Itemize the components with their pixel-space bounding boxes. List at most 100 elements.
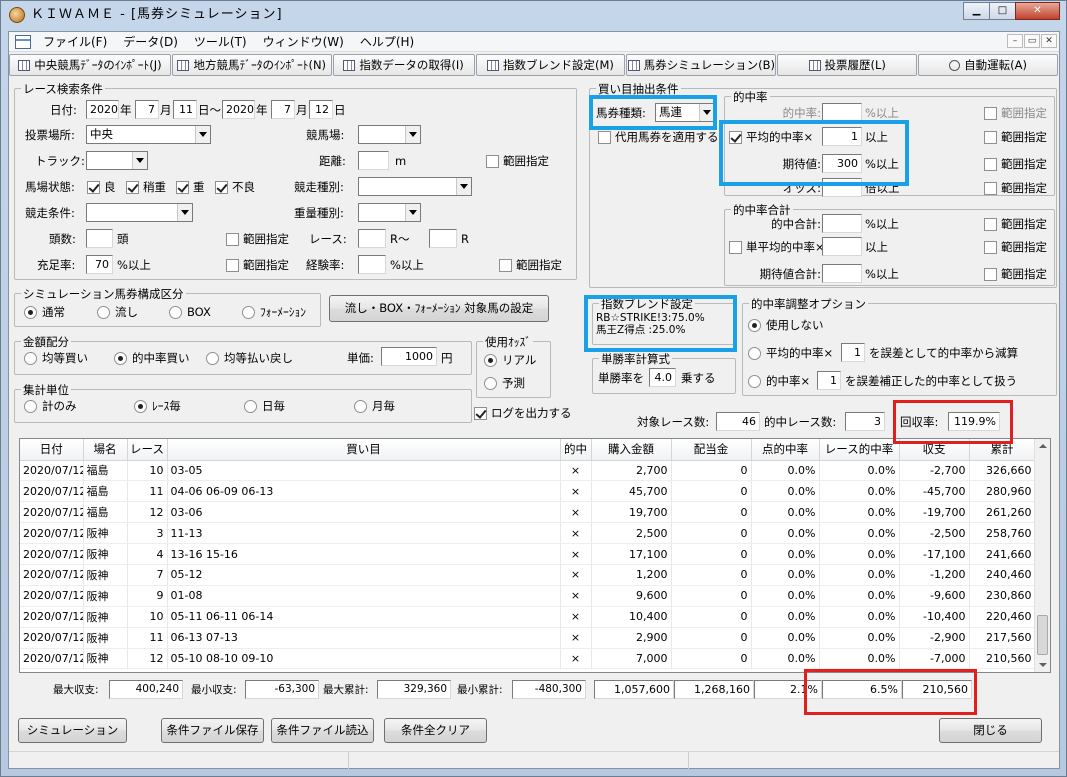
start-day-input[interactable]: 11 xyxy=(173,100,197,119)
agg-day-radio[interactable]: 日毎 xyxy=(244,398,285,414)
load-conditions-button[interactable]: 条件ファイル読込 xyxy=(271,718,374,743)
single-avg-range-checkbox[interactable]: 範囲指定 xyxy=(984,239,1047,255)
auto-run-button[interactable]: 自動運転(A) xyxy=(918,54,1058,76)
proxy-ticket-checkbox[interactable]: 代用馬券を適用する xyxy=(598,129,719,145)
money-hitrate-radio[interactable]: 的中率買い xyxy=(114,350,190,366)
column-header[interactable]: 場名 xyxy=(83,439,128,461)
agg-total-radio[interactable]: 計のみ xyxy=(24,398,77,414)
race-type-select[interactable] xyxy=(358,177,472,196)
column-header[interactable]: 的中 xyxy=(560,439,592,461)
table-row[interactable]: 2020/07/12 阪神 11 06-13 07-13 × 2,900 0 0.0% 0.0%… xyxy=(20,627,1036,649)
save-conditions-button[interactable]: 条件ファイル保存 xyxy=(161,718,264,743)
clear-conditions-button[interactable]: 条件全クリア xyxy=(384,718,487,743)
distance-input[interactable] xyxy=(358,151,389,170)
menu-tools[interactable]: ツール(T) xyxy=(186,33,255,50)
column-header[interactable]: 点的中率 xyxy=(751,439,820,461)
table-row[interactable]: 2020/07/12 阪神 10 05-11 06-11 06-14 × 10,400 0 0… xyxy=(20,606,1036,628)
table-row[interactable]: 2020/07/12 阪神 9 01-08 × 9,600 0 0.0% 0.0% -9,600 2… xyxy=(20,585,1036,607)
end-year-input[interactable]: 2020 xyxy=(222,100,255,119)
adjust-none-radio[interactable]: 使用しない xyxy=(748,317,824,333)
column-header[interactable]: 買い目 xyxy=(167,439,561,461)
avg-range-checkbox[interactable]: 範囲指定 xyxy=(984,129,1047,145)
end-day-input[interactable]: 12 xyxy=(309,100,333,119)
sim-normal-radio[interactable]: 通常 xyxy=(24,304,65,320)
sim-box-radio[interactable]: BOX xyxy=(169,304,211,320)
cond-slight-checkbox[interactable]: 稍重 xyxy=(126,179,166,195)
table-row[interactable]: 2020/07/12 阪神 3 11-13 × 2,500 0 0.0% 0.0% -2,500 2… xyxy=(20,522,1036,545)
scroll-down-icon[interactable] xyxy=(1039,663,1047,667)
race-to-input[interactable] xyxy=(429,229,457,248)
cond-heavy-checkbox[interactable]: 重 xyxy=(176,179,205,195)
expect-range-checkbox[interactable]: 範囲指定 xyxy=(984,156,1047,172)
sim-formation-radio[interactable]: ﾌｫｰﾒｰｼｮﾝ xyxy=(242,304,306,320)
mdi-restore-icon[interactable]: ▭ xyxy=(1024,34,1040,48)
adjust-correct-radio[interactable]: 的中率× xyxy=(748,373,810,389)
output-log-checkbox[interactable]: ログを出力する xyxy=(474,405,572,421)
race-cond-select[interactable] xyxy=(86,203,193,222)
heads-range-checkbox[interactable]: 範囲指定 xyxy=(226,231,289,247)
track-select[interactable] xyxy=(86,151,148,170)
mdi-close-icon[interactable]: ✕ xyxy=(1041,34,1057,48)
odds-range-checkbox[interactable]: 範囲指定 xyxy=(984,180,1047,196)
weight-select[interactable] xyxy=(358,203,421,222)
minimize-icon[interactable]: ▁ xyxy=(963,2,990,20)
fill-range-checkbox[interactable]: 範囲指定 xyxy=(226,257,289,273)
scroll-up-icon[interactable] xyxy=(1039,444,1047,448)
hit-range-checkbox[interactable]: 範囲指定 xyxy=(984,105,1047,121)
adjust-subtract-input[interactable]: 1 xyxy=(841,343,865,362)
column-header[interactable]: 購入金額 xyxy=(591,439,672,461)
sim-nagashi-radio[interactable]: 流し xyxy=(97,304,138,320)
win-calc-input[interactable]: 4.0 xyxy=(649,368,676,387)
table-row[interactable]: 2020/07/12 阪神 12 05-10 08-10 09-10 × 7,000 0 0.… xyxy=(20,648,1036,670)
heads-input[interactable] xyxy=(86,229,113,248)
start-month-input[interactable]: 7 xyxy=(135,100,159,119)
table-row[interactable]: 2020/07/12 福島 11 04-06 06-09 06-13 × 45,700 0 0… xyxy=(20,480,1036,503)
table-row[interactable]: 2020/07/12 福島 12 03-06 × 19,700 0 0.0% 0.0% -19,7… xyxy=(20,501,1036,524)
adjust-correct-input[interactable]: 1 xyxy=(817,371,841,390)
agg-month-radio[interactable]: 月毎 xyxy=(354,398,395,414)
column-header[interactable]: 日付 xyxy=(20,439,84,461)
odds-forecast-radio[interactable]: 予測 xyxy=(484,375,525,391)
results-table[interactable]: 日付 場名 レース 買い目 的中 購入金額 配当金 点的中率 レース的中率 収支 累計 2020/0… xyxy=(19,438,1051,673)
adjust-subtract-radio[interactable]: 平均的中率× xyxy=(748,345,833,361)
fill-rate-input[interactable]: 70 xyxy=(86,255,113,274)
single-avg-input[interactable] xyxy=(822,237,862,256)
close-window-icon[interactable]: ✕ xyxy=(1015,2,1060,20)
menu-file[interactable]: ファイル(F) xyxy=(35,33,115,50)
ticket-simulation-button[interactable]: 馬券シミュレーション(B) xyxy=(626,54,777,76)
index-blend-button[interactable]: 指数ブレンド設定(M) xyxy=(475,54,626,76)
start-year-input[interactable]: 2020 xyxy=(86,100,119,119)
agg-race-radio[interactable]: ﾚｰｽ毎 xyxy=(134,398,181,414)
odds-real-radio[interactable]: リアル xyxy=(484,352,536,368)
column-header[interactable]: レース的中率 xyxy=(819,439,900,461)
money-equal-payout-radio[interactable]: 均等払い戻し xyxy=(206,350,293,366)
experience-input[interactable] xyxy=(358,255,386,274)
menu-help[interactable]: ヘルプ(H) xyxy=(352,33,422,50)
table-row[interactable]: 2020/07/12 阪神 4 13-16 15-16 × 17,100 0 0.0% 0.0%… xyxy=(20,543,1036,565)
race-from-input[interactable] xyxy=(358,229,386,248)
menu-window[interactable]: ウィンドウ(W) xyxy=(255,33,352,50)
cond-good-checkbox[interactable]: 良 xyxy=(87,179,116,195)
venue-select[interactable]: 中央 xyxy=(86,125,211,144)
cond-bad-checkbox[interactable]: 不良 xyxy=(215,179,255,195)
unit-price-input[interactable]: 1000 xyxy=(381,347,437,366)
import-local-button[interactable]: 地方競馬ﾃﾞｰﾀのｲﾝﾎﾟｰﾄ(N) xyxy=(171,54,332,76)
scroll-thumb[interactable] xyxy=(1037,615,1048,655)
table-row[interactable]: 2020/07/12 阪神 7 05-12 × 1,200 0 0.0% 0.0% -1,200 2… xyxy=(20,564,1036,586)
fetch-index-button[interactable]: 指数データの取得(I) xyxy=(332,54,475,76)
total-range-checkbox[interactable]: 範囲指定 xyxy=(984,216,1047,232)
menu-data[interactable]: データ(D) xyxy=(115,33,186,50)
column-header[interactable]: レース xyxy=(127,439,168,461)
close-button[interactable]: 閉じる xyxy=(939,718,1042,743)
racecourse-select[interactable] xyxy=(358,125,421,144)
maximize-icon[interactable]: □ xyxy=(989,2,1016,20)
target-horse-settings-button[interactable]: 流し・BOX・ﾌｫｰﾒｰｼｮﾝ 対象馬の設定 xyxy=(329,295,549,322)
vote-history-button[interactable]: 投票履歴(L) xyxy=(777,54,918,76)
table-scrollbar[interactable] xyxy=(1034,439,1050,672)
column-header[interactable]: 配当金 xyxy=(671,439,752,461)
expect-total-input[interactable] xyxy=(822,264,862,283)
single-avg-checkbox[interactable]: 単平均的中率× xyxy=(729,239,825,255)
money-equal-radio[interactable]: 均等買い xyxy=(24,350,88,366)
expect-total-range-checkbox[interactable]: 範囲指定 xyxy=(984,266,1047,282)
import-central-button[interactable]: 中央競馬ﾃﾞｰﾀのｲﾝﾎﾟｰﾄ(J) xyxy=(9,54,171,76)
